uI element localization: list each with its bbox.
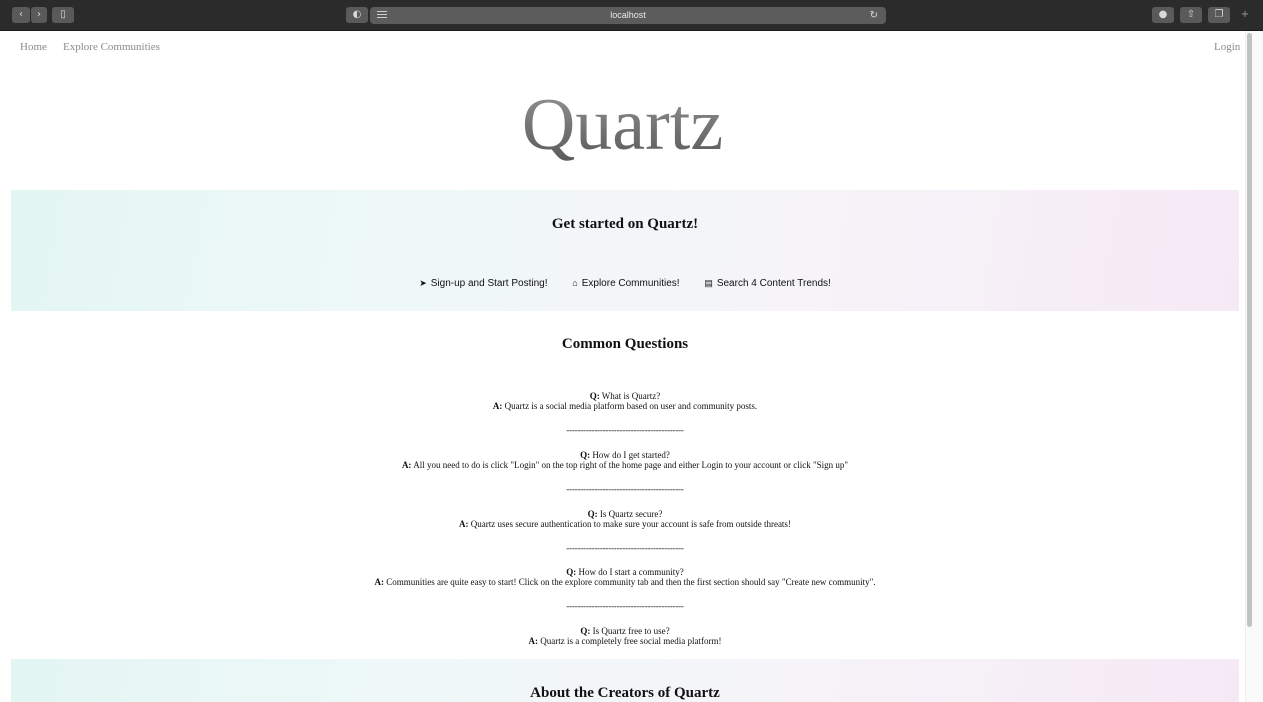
faq-item: Q: Is Quartz free to use? A: Quartz is a… <box>0 626 1250 646</box>
q-prefix: Q: <box>566 567 577 577</box>
nav-home-link[interactable]: Home <box>20 41 47 53</box>
a-prefix: A: <box>492 401 503 411</box>
browser-toolbar: ‹ › ▯ ◐ localhost ↻ ● ⇧ ❐ + <box>0 0 1263 31</box>
share-button[interactable]: ⇧ <box>1180 7 1202 23</box>
faq-item: Q: Is Quartz secure? A: Quartz uses secu… <box>0 509 1250 529</box>
q-prefix: Q: <box>580 626 591 636</box>
sidebar-icon: ▯ <box>60 9 66 20</box>
faq-item: Q: What is Quartz? A: Quartz is a social… <box>0 391 1250 411</box>
q-prefix: Q: <box>587 509 598 519</box>
get-started-section: Get started on Quartz! ➤ Sign-up and Star… <box>11 190 1239 311</box>
tabs-button[interactable]: ❐ <box>1208 7 1230 23</box>
chevron-left-icon: ‹ <box>19 9 23 20</box>
back-button[interactable]: ‹ <box>12 7 30 23</box>
a-prefix: A: <box>374 577 385 587</box>
q-prefix: Q: <box>580 450 591 460</box>
faq-question: How do I start a community? <box>578 567 684 577</box>
faq-question: Is Quartz secure? <box>599 509 663 519</box>
privacy-button[interactable]: ◐ <box>346 7 368 23</box>
faq-answer: All you need to do is click "Login" on t… <box>413 460 849 470</box>
plus-icon: + <box>1240 9 1250 20</box>
faq-title: Common Questions <box>561 336 689 352</box>
reload-icon[interactable]: ↻ <box>870 7 878 24</box>
about-section: About the Creators of Quartz <box>11 659 1239 702</box>
search-link-label: Search 4 Content Trends! <box>716 278 831 289</box>
address-bar[interactable]: localhost ↻ <box>370 7 886 24</box>
a-prefix: A: <box>401 460 412 470</box>
home-icon: ⌂ <box>572 278 578 288</box>
download-icon: ● <box>1158 9 1168 20</box>
a-prefix: A: <box>528 636 539 646</box>
explore-communities-link[interactable]: ⌂ Explore Communities! <box>572 278 679 289</box>
explore-link-label: Explore Communities! <box>581 278 680 289</box>
nav-explore-link[interactable]: Explore Communities <box>63 41 160 53</box>
search-trends-link[interactable]: ▤ Search 4 Content Trends! <box>704 278 830 289</box>
get-started-links: ➤ Sign-up and Start Posting! ⌂ Explore Com… <box>11 278 1239 289</box>
signup-link[interactable]: ➤ Sign-up and Start Posting! <box>419 278 547 289</box>
chevron-right-icon: › <box>37 9 41 20</box>
sidebar-button[interactable]: ▯ <box>52 7 74 23</box>
url-text: localhost <box>610 10 646 20</box>
about-title: About the Creators of Quartz <box>530 685 720 701</box>
faq-question: What is Quartz? <box>601 391 661 401</box>
signup-link-label: Sign-up and Start Posting! <box>430 278 548 289</box>
share-icon: ⇧ <box>1186 9 1196 20</box>
faq-separator: ----------------------------------------… <box>566 484 684 494</box>
faq-answer: Communities are quite easy to start! Cli… <box>386 577 876 587</box>
faq-separator: ----------------------------------------… <box>566 601 684 611</box>
faq-separator: ----------------------------------------… <box>566 425 684 435</box>
q-prefix: Q: <box>589 391 600 401</box>
faq-question: Is Quartz free to use? <box>592 626 670 636</box>
newspaper-icon: ▤ <box>704 278 713 288</box>
faq-item: Q: How do I get started? A: All you need… <box>0 450 1250 470</box>
faq-answer: Quartz uses secure authentication to mak… <box>470 519 791 529</box>
get-started-title: Get started on Quartz! <box>551 216 699 232</box>
faq-answer: Quartz is a completely free social media… <box>540 636 722 646</box>
shield-icon: ◐ <box>352 9 362 20</box>
faq-answer: Quartz is a social media platform based … <box>504 401 758 411</box>
nav-login-link[interactable]: Login <box>1214 41 1240 53</box>
paper-plane-icon: ➤ <box>419 278 427 288</box>
tabs-icon: ❐ <box>1214 9 1224 20</box>
a-prefix: A: <box>459 519 469 529</box>
download-button[interactable]: ● <box>1152 7 1174 23</box>
faq-item: Q: How do I start a community? A: Commun… <box>0 567 1250 587</box>
new-tab-button[interactable]: + <box>1238 7 1252 23</box>
forward-button[interactable]: › <box>31 7 47 23</box>
site-logo: Quartz <box>0 80 1245 170</box>
faq-question: How do I get started? <box>592 450 670 460</box>
scrollbar-thumb[interactable] <box>1247 33 1252 627</box>
faq-separator: ----------------------------------------… <box>566 543 684 553</box>
